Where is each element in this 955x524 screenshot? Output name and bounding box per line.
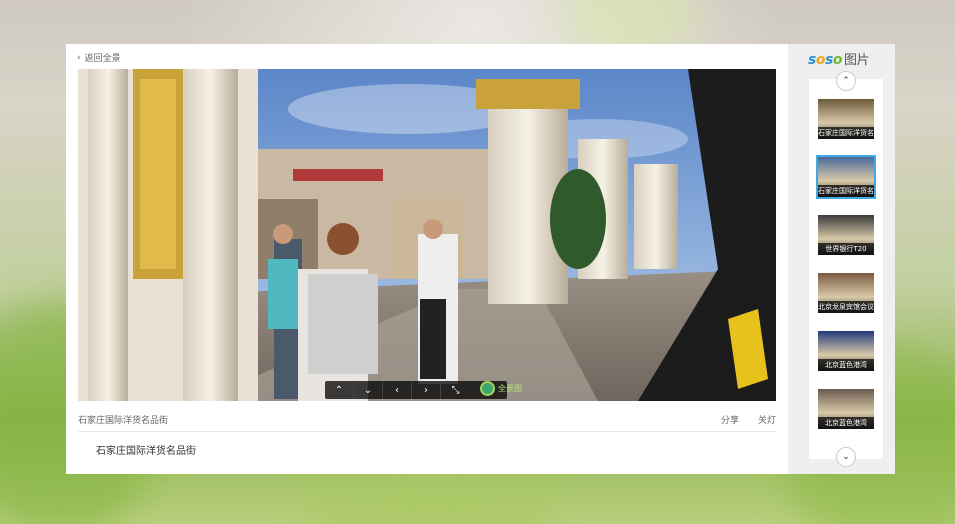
- panorama-image[interactable]: ⌃ ⌄ ‹ › ⤡ 全景图: [78, 69, 776, 401]
- scroll-down-button[interactable]: ⌄: [836, 447, 856, 467]
- image-description: 石家庄国际洋货名品街: [96, 446, 196, 457]
- pan-right-button[interactable]: ›: [412, 381, 441, 399]
- back-to-panorama-link[interactable]: ‹ 返回全景: [77, 51, 121, 65]
- thumbnail-item[interactable]: 世界银行T20: [816, 213, 876, 257]
- thumbnail-label: 北京龙泉宾馆会议: [818, 301, 874, 313]
- thumbnail-item[interactable]: 北京蓝色港湾: [816, 329, 876, 373]
- thumbnail-item[interactable]: 石家庄国际洋货名: [816, 155, 876, 199]
- panorama-logo-text: 全景图: [498, 384, 522, 393]
- back-label: 返回全景: [84, 54, 121, 64]
- background-blur: [300, 470, 560, 524]
- pan-up-button[interactable]: ⌃: [325, 381, 354, 399]
- thumbnail-label: 石家庄国际洋货名: [818, 127, 874, 139]
- chevron-down-icon: ⌄: [842, 452, 850, 462]
- scroll-up-button[interactable]: ⌃: [836, 71, 856, 91]
- thumbnail-item[interactable]: 北京龙泉宾馆会议: [816, 271, 876, 315]
- thumbnail-label: 石家庄国际洋货名: [818, 185, 874, 197]
- soso-images-logo[interactable]: s o s o 图片: [808, 49, 869, 68]
- thumbnail-panel: ⌃ 石家庄国际洋货名 石家庄国际洋货名 世界银行T20 北京龙泉宾馆会议 北京蓝色港湾北…: [809, 71, 883, 467]
- panorama-logo-icon: [480, 381, 495, 396]
- thumbnail-label: 北京蓝色港湾: [818, 417, 874, 429]
- image-viewer: ‹ 返回全景 ⌃ ⌄ ‹ › ⤡ 全景图 石家庄国际洋货名品街 分享 关灯 石家…: [66, 44, 895, 474]
- thumbnail-item[interactable]: 北京蓝色港湾: [816, 387, 876, 431]
- panorama-scene: [78, 69, 776, 401]
- main-panel: ‹ 返回全景 ⌃ ⌄ ‹ › ⤡ 全景图 石家庄国际洋货名品街 分享 关灯 石家…: [66, 44, 788, 474]
- fullscreen-button[interactable]: ⤡: [441, 381, 470, 399]
- pan-left-button[interactable]: ‹: [383, 381, 412, 399]
- image-title: 石家庄国际洋货名品街: [78, 416, 169, 426]
- pan-down-button[interactable]: ⌄: [354, 381, 383, 399]
- light-off-button[interactable]: 关灯: [758, 413, 776, 426]
- share-button[interactable]: 分享: [721, 413, 739, 426]
- panorama-logo: 全景图: [480, 381, 522, 396]
- thumbnail-label: 北京蓝色港湾: [818, 359, 874, 371]
- caption-bar: 石家庄国际洋货名品街 分享 关灯: [78, 410, 776, 432]
- thumbnail-label: 世界银行T20: [818, 243, 874, 255]
- thumbnail-sidebar: s o s o 图片 ⌃ 石家庄国际洋货名 石家庄国际洋货名 世界银行T20 北京龙泉…: [788, 44, 895, 474]
- thumbnail-item[interactable]: 石家庄国际洋货名: [816, 97, 876, 141]
- chevron-left-icon: ‹: [77, 52, 81, 63]
- chevron-up-icon: ⌃: [842, 76, 850, 86]
